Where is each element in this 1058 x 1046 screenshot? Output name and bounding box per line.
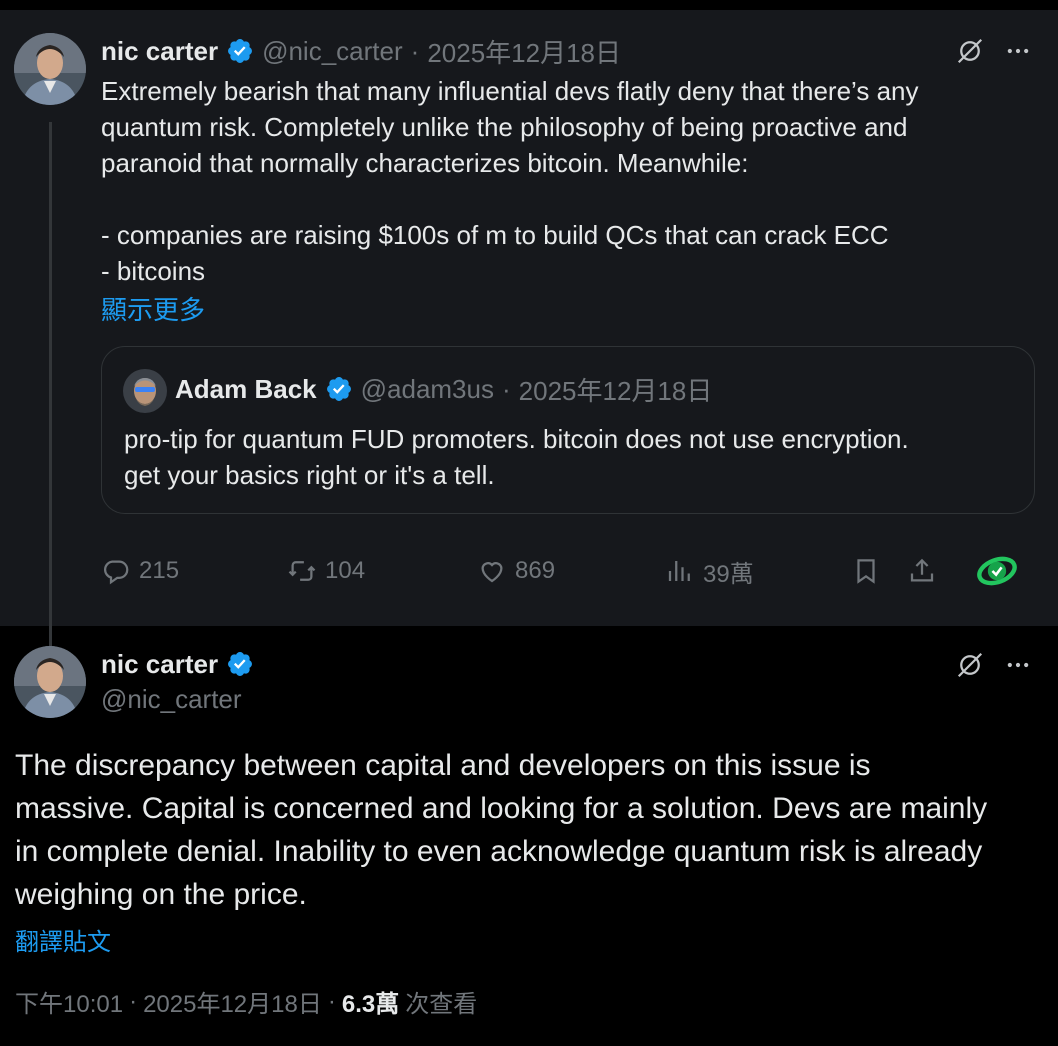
avatar[interactable]	[14, 646, 86, 718]
more-icon[interactable]	[1000, 34, 1036, 68]
quoted-tweet-header: Adam Back @adam3us · 2025年12月18日	[175, 371, 712, 407]
separator: ·	[129, 987, 138, 1015]
quoted-tweet-date: 2025年12月18日	[518, 375, 713, 406]
repost-icon	[287, 556, 317, 586]
parent-tweet[interactable]: nic carter @nic_carter · 2025年12月18日 Ext…	[0, 10, 1058, 652]
show-more-link[interactable]: 顯示更多	[101, 290, 205, 327]
tweet-date[interactable]: 2025年12月18日	[427, 33, 621, 70]
grok-icon[interactable]	[953, 34, 987, 68]
like-button[interactable]: 869	[477, 550, 555, 592]
tweet-text-line: Extremely bearish that many influential …	[101, 76, 919, 106]
avatar[interactable]	[123, 369, 167, 413]
views-label: 次查看	[405, 991, 478, 1018]
quoted-author-handle: @adam3us	[360, 373, 494, 404]
separator: ·	[327, 987, 336, 1015]
tweet-text-line: The discrepancy between capital and deve…	[15, 749, 871, 782]
views-count: 6.3萬	[341, 991, 400, 1018]
repost-count: 104	[325, 557, 366, 584]
author-handle[interactable]: @nic_carter	[101, 684, 254, 715]
grok-icon[interactable]	[953, 648, 987, 682]
views-button[interactable]: 39萬	[665, 550, 754, 592]
share-icon	[907, 556, 937, 586]
tweet-text-line: - companies are raising $100s of m to bu…	[101, 220, 889, 250]
verified-badge-icon	[226, 37, 254, 65]
quoted-tweet[interactable]: Adam Back @adam3us · 2025年12月18日 pro-tip…	[101, 346, 1035, 514]
share-button[interactable]	[907, 550, 937, 592]
quoted-text-line: pro-tip for quantum FUD promoters. bitco…	[124, 424, 909, 454]
quoted-text-line: get your basics right or it's a tell.	[124, 460, 495, 490]
author-handle[interactable]: @nic_carter	[262, 36, 403, 67]
avatar[interactable]	[14, 33, 86, 105]
extension-icon	[975, 549, 1019, 593]
author-name[interactable]: nic carter	[101, 36, 218, 67]
tweet-text-line: quantum risk. Completely unlike the phil…	[101, 112, 908, 142]
tweet-text-line: weighing on the price.	[15, 878, 307, 911]
author-name[interactable]: nic carter	[101, 649, 218, 680]
parent-tweet-header: nic carter @nic_carter · 2025年12月18日	[101, 34, 621, 68]
separator: ·	[501, 373, 511, 404]
tweet-meta: 下午10:01 · 2025年12月18日 · 6.3萬 次查看	[15, 984, 477, 1019]
tweet-text-line: - bitcoins	[101, 256, 206, 286]
reply-count: 215	[139, 557, 180, 584]
reply-button[interactable]: 215	[101, 550, 179, 592]
views-count: 39萬	[703, 560, 754, 588]
like-icon	[477, 556, 507, 586]
bookmark-icon	[851, 556, 881, 586]
action-bar: 215 104 869 39萬	[101, 550, 1031, 592]
views-icon	[665, 556, 695, 586]
quoted-tweet-text: pro-tip for quantum FUD promoters. bitco…	[124, 421, 1014, 493]
tweet-text-line: in complete denial. Inability to even ac…	[15, 835, 983, 868]
tweet-text: Extremely bearish that many influential …	[101, 73, 1001, 289]
tweet-text-line: massive. Capital is concerned and lookin…	[15, 792, 988, 825]
repost-button[interactable]: 104	[287, 550, 365, 592]
translate-link[interactable]: 翻譯貼文	[15, 922, 111, 957]
main-tweet-header: nic carter @nic_carter	[101, 646, 254, 715]
bookmark-button[interactable]	[851, 550, 881, 592]
tweet-text-line	[101, 181, 1001, 217]
tweet-date[interactable]: 2025年12月18日	[143, 984, 322, 1019]
tweet-time[interactable]: 下午10:01	[15, 984, 123, 1019]
main-tweet-text: The discrepancy between capital and deve…	[15, 744, 1045, 916]
extension-button[interactable]	[975, 550, 1019, 592]
separator: ·	[410, 35, 420, 66]
thread-connector-line	[49, 626, 52, 642]
reply-icon	[101, 556, 131, 586]
more-icon[interactable]	[1000, 648, 1036, 682]
like-count: 869	[515, 557, 556, 584]
thread-connector-line	[49, 122, 52, 652]
tweet-text-line: paranoid that normally characterizes bit…	[101, 148, 749, 178]
verified-badge-icon	[325, 375, 353, 403]
quoted-author-name[interactable]: Adam Back	[175, 374, 317, 405]
verified-badge-icon	[226, 650, 254, 678]
